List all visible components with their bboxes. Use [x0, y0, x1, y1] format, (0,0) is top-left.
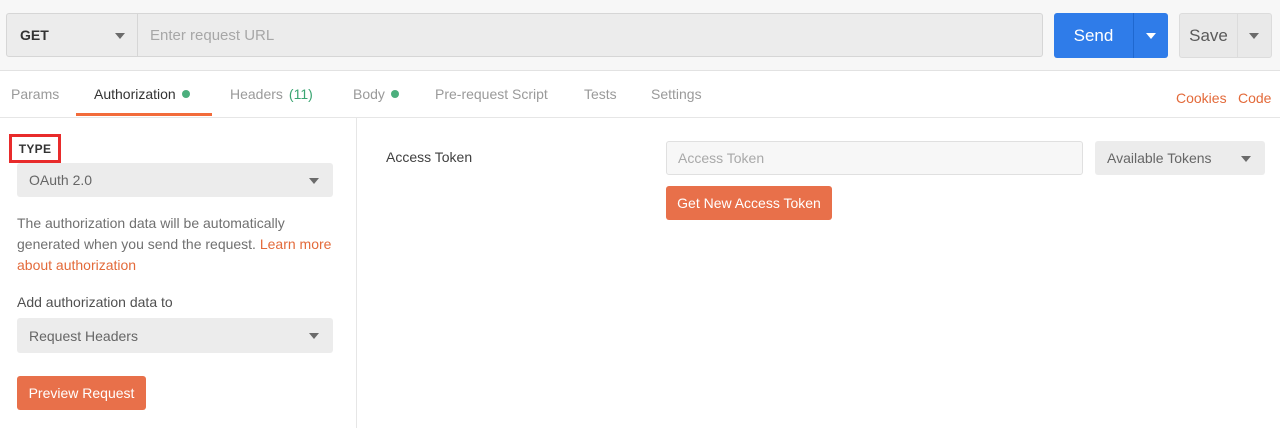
tab-headers[interactable]: Headers (11)	[230, 71, 313, 117]
postman-request-editor: GET Send Save Params Authorization Heade…	[0, 0, 1280, 428]
auth-type-value: OAuth 2.0	[29, 172, 93, 188]
send-button[interactable]: Send	[1054, 13, 1133, 58]
auth-description: The authorization data will be automatic…	[17, 213, 347, 276]
tab-settings[interactable]: Settings	[651, 71, 702, 117]
chevron-down-icon	[115, 33, 125, 39]
tab-authorization[interactable]: Authorization	[94, 71, 190, 117]
tab-label: Params	[11, 86, 60, 102]
headers-count-badge: (11)	[288, 86, 313, 102]
save-button[interactable]: Save	[1179, 13, 1237, 58]
tab-tests[interactable]: Tests	[584, 71, 617, 117]
send-label: Send	[1073, 25, 1114, 45]
add-auth-to-select[interactable]: Request Headers	[17, 318, 333, 353]
tab-label: Pre-request Script	[435, 86, 548, 102]
auth-type-select[interactable]: OAuth 2.0	[17, 163, 333, 197]
status-dot-icon	[390, 90, 399, 98]
tab-label: Authorization	[94, 86, 176, 102]
code-link[interactable]: Code	[1238, 71, 1271, 124]
type-label: TYPE	[9, 134, 61, 163]
chevron-down-icon	[309, 333, 319, 339]
tab-params[interactable]: Params	[11, 71, 59, 117]
request-tabs: Params Authorization Headers (11) Body P…	[0, 71, 1280, 118]
request-bar: GET Send Save	[0, 0, 1280, 71]
active-tab-indicator	[76, 113, 212, 116]
tab-body[interactable]: Body	[353, 71, 399, 117]
available-tokens-label: Available Tokens	[1107, 150, 1212, 166]
method-select[interactable]: GET	[6, 13, 138, 57]
add-auth-to-value: Request Headers	[29, 327, 138, 344]
chevron-down-icon	[1249, 33, 1259, 39]
auth-description-text: The authorization data will be automatic…	[17, 215, 285, 252]
add-auth-to-label: Add authorization data to	[17, 294, 173, 310]
tab-pre-request-script[interactable]: Pre-request Script	[435, 71, 548, 117]
cookies-label: Cookies	[1176, 89, 1227, 106]
access-token-input[interactable]	[666, 141, 1083, 175]
tab-label: Headers	[230, 86, 283, 102]
tab-label: Tests	[584, 86, 617, 102]
tab-label: Settings	[651, 86, 702, 102]
save-label: Save	[1189, 25, 1228, 45]
type-label-text: TYPE	[18, 141, 52, 156]
method-label: GET	[20, 27, 49, 43]
get-new-access-token-button[interactable]: Get New Access Token	[666, 186, 832, 220]
send-options-button[interactable]	[1133, 13, 1168, 58]
chevron-down-icon	[1146, 33, 1156, 39]
tab-label: Body	[353, 86, 385, 102]
save-options-button[interactable]	[1237, 13, 1272, 58]
code-label: Code	[1238, 89, 1272, 106]
get-new-access-token-label: Get New Access Token	[677, 195, 821, 211]
chevron-down-icon	[309, 178, 319, 184]
chevron-down-icon	[1241, 156, 1251, 162]
available-tokens-select[interactable]: Available Tokens	[1095, 141, 1265, 175]
preview-request-button[interactable]: Preview Request	[17, 376, 146, 410]
access-token-label: Access Token	[386, 149, 473, 165]
preview-request-label: Preview Request	[28, 385, 135, 401]
cookies-link[interactable]: Cookies	[1176, 71, 1227, 124]
status-dot-icon	[181, 90, 190, 98]
url-input[interactable]	[138, 13, 1043, 57]
